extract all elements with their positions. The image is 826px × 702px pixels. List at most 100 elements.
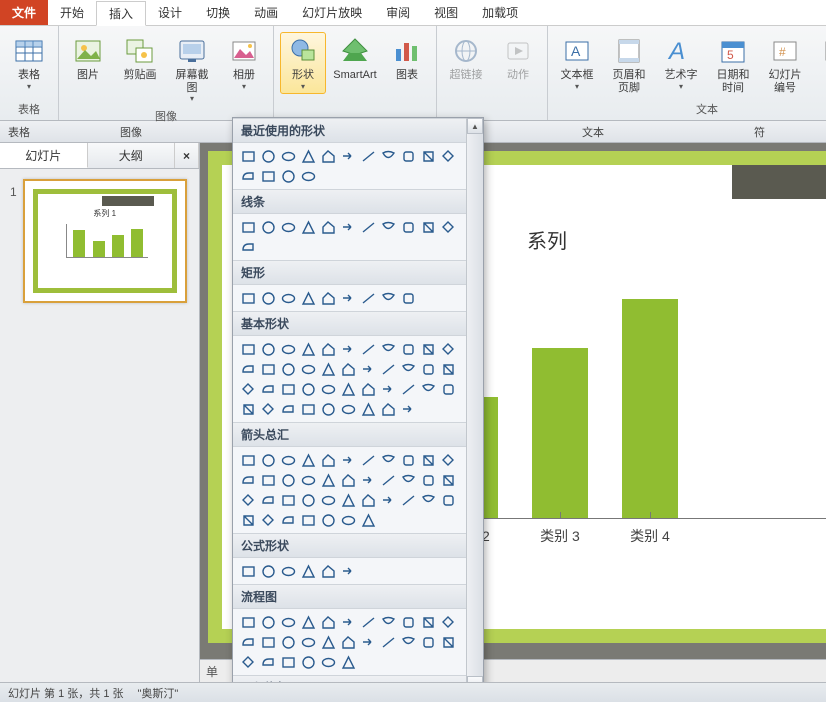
shape-item[interactable] (419, 147, 437, 165)
shape-item[interactable] (419, 360, 437, 378)
shape-item[interactable] (339, 147, 357, 165)
shape-item[interactable] (419, 451, 437, 469)
shape-item[interactable] (299, 451, 317, 469)
shape-item[interactable] (379, 471, 397, 489)
shape-item[interactable] (279, 218, 297, 236)
shape-item[interactable] (239, 562, 257, 580)
shape-item[interactable] (239, 511, 257, 529)
slide-thumbnail-1[interactable]: 系列 1 (23, 179, 187, 303)
shape-item[interactable] (279, 562, 297, 580)
shape-item[interactable] (339, 471, 357, 489)
shape-item[interactable] (259, 511, 277, 529)
shape-item[interactable] (379, 633, 397, 651)
tab-slides[interactable]: 幻灯片 (0, 143, 88, 168)
shape-item[interactable] (279, 511, 297, 529)
shape-item[interactable] (259, 167, 277, 185)
shape-item[interactable] (439, 613, 457, 631)
tab-home[interactable]: 开始 (48, 0, 96, 25)
tab-transitions[interactable]: 切换 (194, 0, 242, 25)
shape-item[interactable] (299, 633, 317, 651)
shape-item[interactable] (339, 380, 357, 398)
shape-item[interactable] (359, 633, 377, 651)
shape-item[interactable] (259, 613, 277, 631)
shape-item[interactable] (299, 167, 317, 185)
shape-item[interactable] (259, 360, 277, 378)
shape-item[interactable] (299, 380, 317, 398)
shape-item[interactable] (239, 218, 257, 236)
shape-item[interactable] (359, 218, 377, 236)
shape-item[interactable] (439, 360, 457, 378)
shape-item[interactable] (239, 238, 257, 256)
shape-item[interactable] (379, 340, 397, 358)
shape-item[interactable] (299, 491, 317, 509)
shape-item[interactable] (279, 491, 297, 509)
shape-item[interactable] (439, 340, 457, 358)
shape-item[interactable] (379, 491, 397, 509)
shape-item[interactable] (279, 653, 297, 671)
slide-number-button[interactable]: # 幻灯片 编号 (762, 32, 808, 97)
tab-animations[interactable]: 动画 (242, 0, 290, 25)
tab-review[interactable]: 审阅 (374, 0, 422, 25)
shape-item[interactable] (399, 491, 417, 509)
shapes-button[interactable]: 形状 ▾ (280, 32, 326, 94)
shape-item[interactable] (259, 491, 277, 509)
shape-item[interactable] (379, 360, 397, 378)
tab-slideshow[interactable]: 幻灯片放映 (290, 0, 374, 25)
shape-item[interactable] (319, 340, 337, 358)
shape-item[interactable] (399, 451, 417, 469)
shape-item[interactable] (359, 511, 377, 529)
shape-item[interactable] (439, 451, 457, 469)
textbox-button[interactable]: A 文本框 ▾ (554, 32, 600, 94)
shape-item[interactable] (259, 653, 277, 671)
shape-item[interactable] (299, 147, 317, 165)
tab-file[interactable]: 文件 (0, 0, 48, 25)
shape-item[interactable] (259, 218, 277, 236)
shape-item[interactable] (359, 360, 377, 378)
shape-item[interactable] (279, 147, 297, 165)
shape-item[interactable] (359, 147, 377, 165)
shape-item[interactable] (419, 613, 437, 631)
shape-item[interactable] (259, 633, 277, 651)
shape-item[interactable] (239, 147, 257, 165)
shape-item[interactable] (279, 633, 297, 651)
shapes-scrollbar[interactable]: ▲ ▼ (466, 118, 483, 692)
shape-item[interactable] (399, 218, 417, 236)
shape-item[interactable] (319, 613, 337, 631)
shape-item[interactable] (439, 491, 457, 509)
shape-item[interactable] (399, 613, 417, 631)
shape-item[interactable] (359, 471, 377, 489)
shape-item[interactable] (359, 380, 377, 398)
shape-item[interactable] (399, 340, 417, 358)
shape-item[interactable] (379, 218, 397, 236)
shape-item[interactable] (279, 340, 297, 358)
shape-item[interactable] (239, 471, 257, 489)
shape-item[interactable] (259, 340, 277, 358)
shape-item[interactable] (439, 380, 457, 398)
shape-item[interactable] (299, 400, 317, 418)
shape-item[interactable] (299, 218, 317, 236)
shape-item[interactable] (259, 400, 277, 418)
shape-item[interactable] (399, 147, 417, 165)
shape-item[interactable] (259, 380, 277, 398)
shape-item[interactable] (319, 400, 337, 418)
shape-item[interactable] (339, 340, 357, 358)
bar-3[interactable] (532, 348, 588, 518)
shape-item[interactable] (319, 491, 337, 509)
shape-item[interactable] (239, 653, 257, 671)
shape-item[interactable] (279, 289, 297, 307)
shape-item[interactable] (339, 562, 357, 580)
shape-item[interactable] (339, 491, 357, 509)
datetime-button[interactable]: 5 日期和时间 (710, 32, 756, 97)
shape-item[interactable] (239, 400, 257, 418)
shape-item[interactable] (399, 380, 417, 398)
wordart-button[interactable]: A 艺术字 ▾ (658, 32, 704, 94)
shape-item[interactable] (239, 451, 257, 469)
object-button[interactable]: 对象 (814, 32, 826, 85)
shape-item[interactable] (379, 451, 397, 469)
shape-item[interactable] (259, 289, 277, 307)
screenshot-button[interactable]: 屏幕截图 ▾ (169, 32, 215, 106)
shape-item[interactable] (319, 380, 337, 398)
shape-item[interactable] (279, 471, 297, 489)
shape-item[interactable] (359, 340, 377, 358)
shape-item[interactable] (299, 511, 317, 529)
